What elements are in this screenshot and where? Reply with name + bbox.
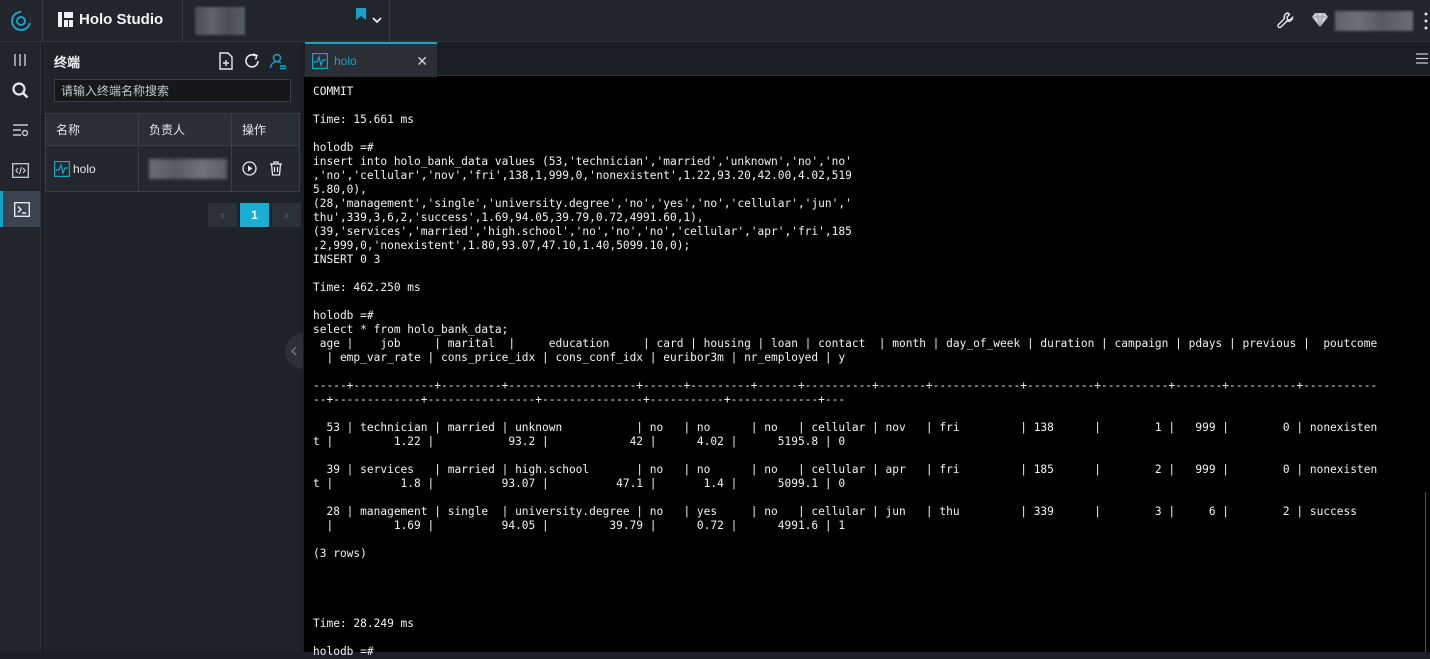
terminal-line: (39,'services','married','high.school','… — [313, 225, 852, 238]
actions-cell — [232, 146, 299, 191]
tab-strip: holo ✕ — [304, 42, 1430, 77]
tab-holo[interactable]: holo ✕ — [305, 42, 437, 77]
chevron-left-icon — [290, 346, 297, 356]
terminal-line: COMMIT — [313, 85, 354, 98]
app-title: Holo Studio — [58, 11, 163, 28]
editor-area: holo ✕ COMMIT Time: 15.661 ms holodb =# i… — [304, 42, 1430, 658]
table-header: 名称 负责人 操作 — [46, 114, 299, 146]
project-selector[interactable] — [195, 7, 245, 35]
nav-settings[interactable] — [0, 112, 40, 148]
page-button-current[interactable]: 1 — [240, 203, 269, 227]
holo-logo-icon[interactable] — [9, 9, 33, 33]
chevron-down-icon[interactable] — [371, 14, 383, 26]
terminal-line: age | job | marital | education | card |… — [313, 337, 1378, 350]
terminal-name: holo — [73, 161, 96, 176]
terminal-line: t | 1.22 | 93.2 | 42 | 4.02 | 5195.8 | 0 — [313, 435, 846, 448]
terminal-line: 28 | management | single | university.de… — [313, 505, 1357, 518]
more-icon[interactable] — [1422, 10, 1430, 32]
column-header-name: 名称 — [46, 114, 139, 145]
panel-title: 终端 — [54, 55, 81, 70]
topbar-divider — [42, 0, 43, 42]
owner-name-redacted — [149, 158, 227, 179]
activity-bar — [0, 42, 41, 652]
nav-search[interactable] — [0, 72, 40, 108]
apps-grid-icon — [58, 12, 73, 27]
terminal-line: 39 | services | married | high.school | … — [313, 463, 1378, 476]
bookmark-icon[interactable] — [356, 8, 366, 20]
prev-page-button[interactable]: ‹ — [208, 203, 237, 227]
terminal-line: select * from holo_bank_data; — [313, 323, 509, 336]
terminal-line: holodb =# — [313, 645, 374, 658]
terminal-search-input[interactable] — [54, 79, 291, 102]
new-terminal-icon[interactable] — [217, 52, 235, 70]
terminal-output[interactable]: COMMIT Time: 15.661 ms holodb =# insert i… — [313, 85, 1377, 659]
terminal-line: t | 1.8 | 93.07 | 47.1 | 1.4 | 5099.1 | … — [313, 477, 846, 490]
refresh-icon[interactable] — [243, 52, 261, 70]
terminal-table: 名称 负责人 操作 holo — [45, 113, 300, 192]
terminal-line: | emp_var_rate | cons_price_idx | cons_c… — [313, 351, 846, 364]
tab-label: holo — [334, 53, 357, 68]
table-row[interactable]: holo — [46, 146, 299, 191]
user-manage-icon[interactable] — [269, 52, 287, 70]
close-icon[interactable]: ✕ — [416, 53, 428, 70]
terminal-pulse-icon — [54, 160, 70, 177]
column-header-actions: 操作 — [242, 123, 267, 137]
terminal-icon — [13, 201, 30, 217]
scrollbar[interactable] — [1425, 492, 1426, 652]
search-icon — [11, 81, 28, 98]
terminal-line: 53 | technician | married | unknown | no… — [313, 421, 1378, 434]
terminal-line: holodb =# — [313, 309, 374, 322]
next-page-button[interactable]: › — [272, 203, 301, 227]
gem-icon — [1312, 13, 1328, 27]
menu-icon[interactable] — [1416, 53, 1428, 64]
terminal-panel: 终端 名称 负责人 操作 holo ‹ 1 › — [43, 42, 301, 652]
user-account[interactable] — [1335, 11, 1413, 31]
terminal-line: (28,'management','single','university.de… — [313, 197, 852, 210]
terminal-line: -----+------------+---------+-----------… — [313, 379, 1378, 392]
terminal-pulse-icon — [312, 52, 328, 69]
wrench-icon[interactable] — [1277, 12, 1294, 29]
topbar-divider — [389, 0, 390, 42]
terminal-line: Time: 28.249 ms — [313, 617, 415, 630]
owner-cell — [139, 146, 232, 191]
topbar-divider — [182, 0, 183, 42]
terminal-line: 5.80,0), — [313, 183, 367, 196]
columns-icon — [14, 54, 26, 66]
terminal-line: ,'no','cellular','nov','fri',138,1,999,0… — [313, 169, 852, 182]
terminal-line: insert into holo_bank_data values (53,'t… — [313, 155, 852, 168]
nav-terminal[interactable] — [0, 191, 40, 227]
settings-list-icon — [12, 123, 28, 136]
top-bar: Holo Studio — [0, 0, 1430, 42]
terminal-line: --+-------------+----------------+------… — [313, 393, 846, 406]
delete-icon[interactable] — [269, 161, 283, 176]
terminal-line: (3 rows) — [313, 547, 367, 560]
column-header-owner: 负责人 — [139, 114, 232, 145]
code-icon — [11, 162, 29, 178]
terminal-line: | 1.69 | 94.05 | 39.79 | 0.72 | 4991.6 |… — [313, 519, 846, 532]
terminal-line: holodb =# — [313, 141, 374, 154]
terminal-line: Time: 462.250 ms — [313, 281, 421, 294]
terminal-line: INSERT 0 3 — [313, 253, 381, 266]
nav-code[interactable] — [0, 152, 40, 188]
terminal-line: ,2,999,0,'nonexistent',1.80,93.07,47.10,… — [313, 239, 691, 252]
terminal-name-cell[interactable]: holo — [46, 146, 139, 191]
app-title-text: Holo Studio — [79, 11, 164, 28]
terminal-line: Time: 15.661 ms — [313, 113, 415, 126]
play-icon[interactable] — [242, 161, 257, 176]
terminal-line: thu',339,3,6,2,'success',1.69,94.05,39.7… — [313, 211, 704, 224]
